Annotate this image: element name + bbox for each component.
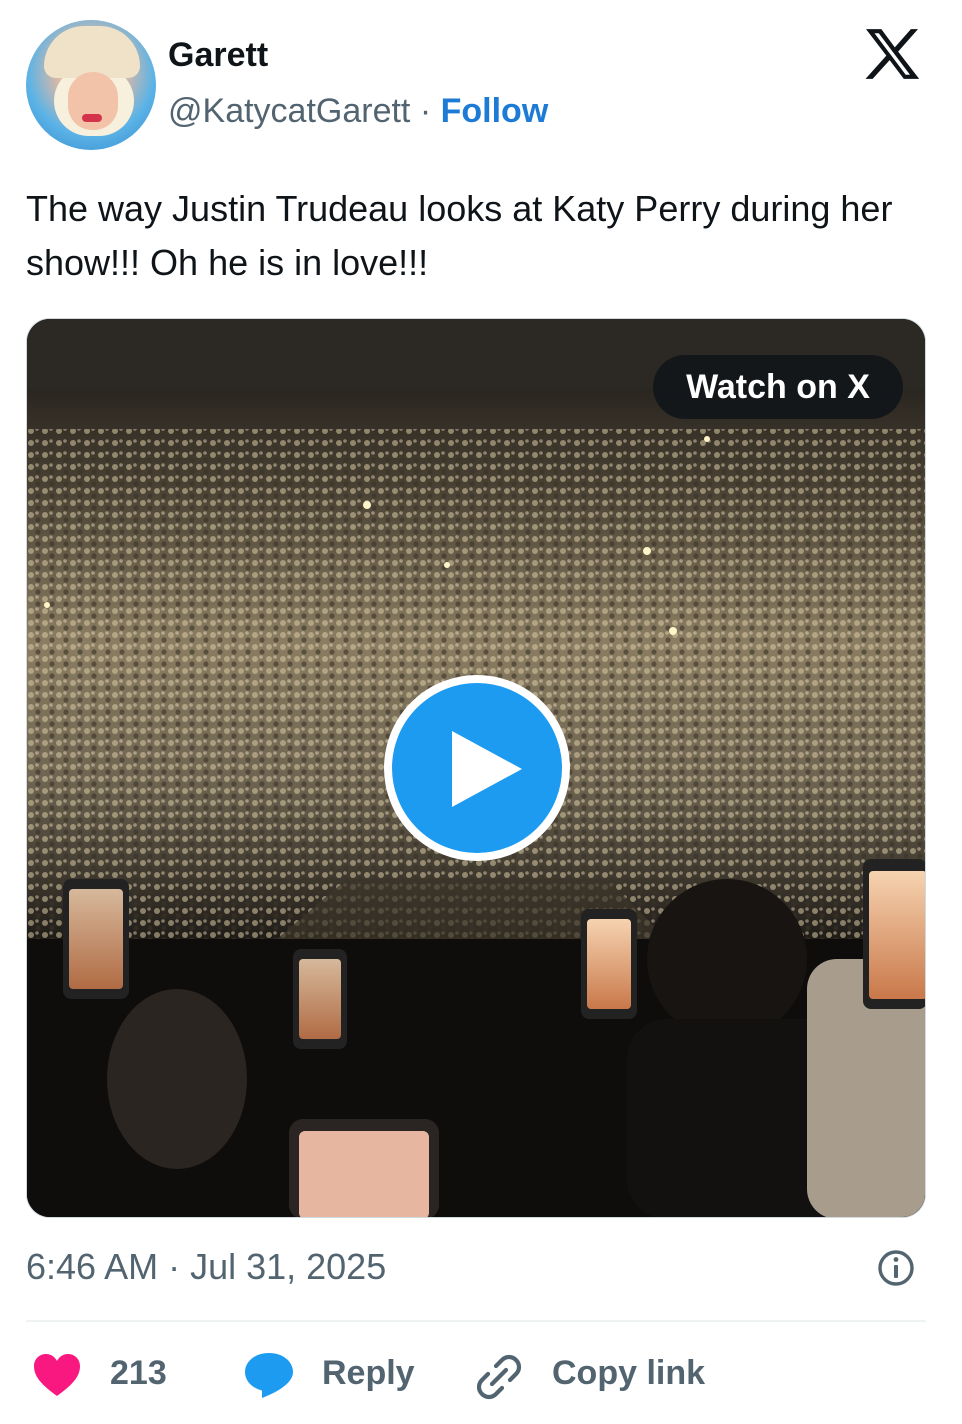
avatar[interactable] — [26, 20, 156, 150]
like-count[interactable]: 213 — [110, 1354, 167, 1393]
heart-icon[interactable] — [32, 1352, 82, 1398]
play-icon — [452, 731, 522, 807]
separator-dot: · — [419, 92, 432, 130]
avatar-hat — [44, 26, 140, 78]
divider — [26, 1320, 926, 1322]
copy-link-button[interactable]: Copy link — [552, 1354, 705, 1393]
reply-bubble-icon[interactable] — [242, 1350, 296, 1400]
x-logo-icon[interactable] — [862, 28, 922, 80]
tweet-timestamp[interactable]: 6:46 AM · Jul 31, 2025 — [26, 1246, 386, 1288]
avatar-lips — [82, 114, 102, 122]
action-bar: 213 Reply Copy link — [0, 1340, 962, 1412]
tweet-text: The way Justin Trudeau looks at Katy Per… — [26, 188, 893, 283]
reply-button[interactable]: Reply — [322, 1354, 415, 1393]
play-button[interactable] — [384, 675, 570, 861]
link-icon[interactable] — [474, 1352, 524, 1402]
watch-on-x-button[interactable]: Watch on X — [653, 355, 903, 419]
follow-button[interactable]: Follow — [441, 92, 549, 130]
author-handle-row: @KatycatGarett · Follow — [168, 92, 548, 131]
video-player[interactable]: Watch on X — [26, 318, 926, 1218]
author-name[interactable]: Garett — [168, 36, 268, 75]
info-icon[interactable] — [876, 1248, 916, 1288]
author-handle[interactable]: @KatycatGarett — [168, 92, 410, 130]
